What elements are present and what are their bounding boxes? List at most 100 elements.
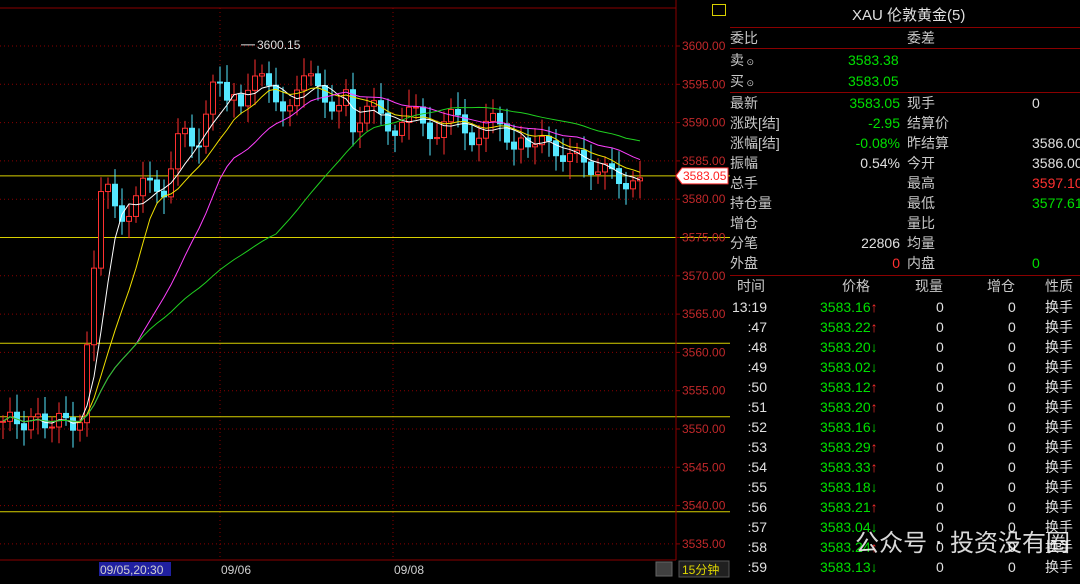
price-axis: 3600.00 3595.00 3590.00 3585.00 3580.00 3575.… [0,0,730,578]
quote-value: -2.95 [868,115,900,131]
candle-body [91,267,97,346]
trade-row: :48 3583.20↓ 0 0 换手 [730,337,1080,357]
candlestick-chart[interactable]: 3600.15 3600.00 3595.00 3590.00 3585.00 3580… [0,0,730,584]
y-tick-label: 3570.00 [682,269,726,283]
trade-row: :55 3583.18↓ 0 0 换手 [730,477,1080,497]
trade-qty: 0 [936,399,944,415]
trade-price: 3583.18↓ [820,479,878,495]
candle-body [392,130,398,136]
quote-row: 外盘 0 内盘 0 [730,253,1080,273]
y-tick-label: 3580.00 [682,192,726,206]
candle-body [49,426,55,429]
candle-body [350,89,356,133]
trade-qty: 0 [936,419,944,435]
trade-qty: 0 [936,319,944,335]
trade-oi: 0 [1008,439,1016,455]
trade-row: 13:19 3583.16↑ 0 0 换手 [730,297,1080,317]
quote-value: 0.54% [860,155,900,171]
candle-body [245,89,251,107]
candle-body [595,171,601,175]
trade-qty: 0 [936,299,944,315]
quote-row: 振幅 0.54% 今开 3586.00 [730,153,1080,173]
quote-row: 涨幅[结] -0.08% 昨结算 3586.00 [730,133,1080,153]
candle-body [98,191,104,269]
trade-time: :56 [747,499,767,515]
trade-row: :59 3583.13↓ 0 0 换手 [730,557,1080,577]
quote-label: 结算价 [907,115,949,131]
y-tick-label: 3550.00 [682,422,726,436]
trade-qty: 0 [936,479,944,495]
trade-qty: 0 [936,559,944,575]
trade-price: 3583.02↓ [820,359,878,375]
trade-row: :49 3583.02↓ 0 0 换手 [730,357,1080,377]
trade-oi: 0 [1008,319,1016,335]
quote-label: 分笔 [730,235,758,251]
candle-body [469,132,475,146]
quote-value: -0.08% [855,135,900,151]
candle-body [427,122,433,140]
trade-oi: 0 [1008,379,1016,395]
quote-row: 持仓量 最低 3577.61 [730,193,1080,213]
sell-price: 3583.38 [848,52,899,68]
last-price-tag-label: 3583.05 [683,169,727,183]
candle-body [420,106,426,124]
y-tick-label: 3555.00 [682,384,726,398]
candle-body [532,144,538,148]
quote-label: 涨跌[结] [730,115,780,131]
candle-body [0,420,6,423]
candle-body [259,73,265,77]
quote-label: 最新 [730,95,758,111]
trade-row: :53 3583.29↑ 0 0 换手 [730,437,1080,457]
candle-body [70,417,76,431]
candle-body [154,179,160,192]
trade-price: 3583.16↓ [820,419,878,435]
candle-body [567,153,573,162]
quote-row: 分笔 22806 均量 [730,233,1080,253]
quote-value: 3583.05 [849,95,900,111]
trade-nature: 换手 [1045,559,1073,575]
trade-header: 时间 [737,278,765,294]
y-tick-label: 3585.00 [682,154,726,168]
trade-oi: 0 [1008,459,1016,475]
scroll-button[interactable] [655,561,673,577]
candle-body [21,423,27,431]
candle-body [490,112,496,122]
quote-value: 0 [1032,95,1040,111]
y-tick-label: 3565.00 [682,307,726,321]
quote-label: 持仓量 [730,195,772,211]
trade-price: 3583.16↑ [820,299,878,315]
candle-body [266,73,272,86]
trade-oi: 0 [1008,399,1016,415]
candle-body [175,133,181,170]
candle-body [455,108,461,116]
quote-row: 增仓 量比 [730,213,1080,233]
panel-menu-icon[interactable] [712,4,726,16]
quote-label: 最低 [907,195,935,211]
candle-body [560,155,566,162]
y-tick-label: 3595.00 [682,77,726,91]
trade-direction-icon: ↑ [870,299,878,315]
quote-label: 涨幅[结] [730,135,780,151]
trade-nature: 换手 [1045,439,1073,455]
trade-direction-icon: ↓ [870,359,878,375]
time-axis: 09/05,20:30 09/06 09/08 [99,562,424,577]
trade-time: :59 [747,559,767,575]
trade-oi: 0 [1008,419,1016,435]
candle-body [434,136,440,140]
quote-row: 涨跌[结] -2.95 结算价 [730,113,1080,133]
quote-label: 内盘 [907,255,935,271]
trade-header: 现量 [915,278,943,294]
candle-body [336,104,342,112]
sell-label: 卖 ⊙ [730,52,755,68]
candle-body [301,75,307,91]
trade-nature: 换手 [1045,399,1073,415]
candles-group: 3600.15 [0,38,643,448]
trade-price: 3583.21↑ [820,499,878,515]
candle-body [77,422,83,431]
candle-body [189,127,195,147]
trade-oi: 0 [1008,299,1016,315]
candle-body [623,183,629,190]
trade-qty: 0 [936,359,944,375]
trade-price: 3583.20↑ [820,399,878,415]
quote-label: 量比 [907,215,935,231]
